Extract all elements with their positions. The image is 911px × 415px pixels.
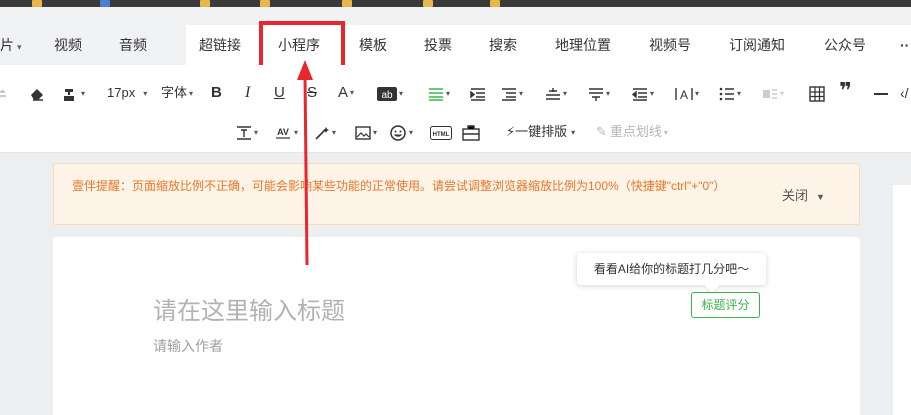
paragraph-height-icon[interactable]: ▾ <box>236 122 258 142</box>
menu-audio[interactable]: 音频 <box>119 25 147 65</box>
zoom-warning-notice: 壹伴提醒：页面缩放比例不正确，可能会影响某些功能的正常使用。请尝试调整浏览器缩放… <box>53 163 860 225</box>
bookmark-folder-icon[interactable] <box>423 0 433 7</box>
one-click-layout-button[interactable]: ⚡一键排版 ▾ <box>506 122 575 142</box>
tab-channels[interactable]: 视频号 <box>649 25 691 65</box>
paragraph-spacing-icon[interactable]: ▾ <box>545 83 567 103</box>
menu-video[interactable]: 视频 <box>54 25 82 65</box>
lightning-icon: ⚡ <box>506 124 516 139</box>
letter-spacing-icon[interactable]: A ▾ <box>675 83 699 103</box>
svg-text:HTML: HTML <box>433 132 450 138</box>
font-family-select[interactable]: 字体 ▾ <box>161 83 193 103</box>
title-score-button[interactable]: 标题评分 <box>691 292 760 318</box>
tab-search[interactable]: 搜索 <box>489 25 517 65</box>
notice-text: 壹伴提醒：页面缩放比例不正确，可能会影响某些功能的正常使用。请尝试调整浏览器缩放… <box>72 179 726 193</box>
spacing-icon[interactable]: ▾ <box>588 83 610 103</box>
toolbox-icon[interactable] <box>462 122 480 142</box>
insert-menubar: 图片▾ 视频 音频 超链接 小程序 模板 投票 搜索 地理位置 视频号 订阅通知… <box>0 7 911 71</box>
character-spacing-icon[interactable]: AV ▾ <box>274 122 298 142</box>
table-icon[interactable] <box>809 83 825 103</box>
author-input[interactable]: 请输入作者 <box>153 336 223 356</box>
quote-icon[interactable]: ❞ <box>839 80 852 102</box>
tab-template[interactable]: 模板 <box>359 25 387 65</box>
eraser-icon[interactable] <box>28 83 46 103</box>
underline-icon[interactable]: U <box>274 83 285 103</box>
bookmarks-bar <box>0 0 911 7</box>
svg-text:ab: ab <box>381 90 393 101</box>
font-color-icon[interactable]: A ▾ <box>338 83 354 103</box>
tab-location[interactable]: 地理位置 <box>555 25 611 65</box>
magic-wand-icon[interactable]: ▾ <box>314 122 336 142</box>
bookmark-folder-icon[interactable] <box>260 0 270 7</box>
html-icon[interactable]: HTML <box>430 122 452 142</box>
tab-vote[interactable]: 投票 <box>424 25 452 65</box>
background-color-icon[interactable]: ab ▾ <box>377 83 403 103</box>
indent-icon[interactable] <box>470 83 486 103</box>
divider-icon[interactable] <box>873 83 889 103</box>
emoji-icon[interactable]: ▾ <box>389 122 413 142</box>
tab-official-account[interactable]: 公众号 <box>824 25 866 65</box>
tab-subscription-notice[interactable]: 订阅通知 <box>729 25 785 65</box>
annotation-highlight-box <box>259 21 345 71</box>
paragraph-style-icon[interactable]: ▾ <box>762 83 784 103</box>
more-tabs-button[interactable]: ·· <box>900 25 909 65</box>
menu-image[interactable]: 图片▾ <box>0 25 22 65</box>
list-icon[interactable]: ▾ <box>719 83 741 103</box>
image-icon[interactable]: ▾ <box>355 122 377 142</box>
font-size-select[interactable]: 17px ▾ <box>107 83 147 103</box>
editor-area: 看看AI给你的标题打几分吧～ 请在这里输入标题 标题评分 请输入作者 <box>53 237 860 415</box>
marker-icon: ✎ <box>596 124 607 139</box>
highlight-button[interactable]: ✎ 重点划线 ▾ <box>596 122 668 142</box>
code-icon[interactable]: ‹/ <box>900 83 909 103</box>
bookmark-folder-icon[interactable] <box>200 0 210 7</box>
svg-text:A: A <box>680 88 688 101</box>
line-height-icon[interactable]: ▾ <box>501 83 523 103</box>
bookmark-folder-icon[interactable] <box>490 0 500 7</box>
bookmark-icon[interactable] <box>100 0 110 7</box>
title-input[interactable]: 请在这里输入标题 <box>153 291 345 326</box>
svg-text:AV: AV <box>277 127 289 137</box>
tab-hyperlink[interactable]: 超链接 <box>199 25 241 65</box>
format-painter-icon[interactable]: ▾ <box>61 83 85 103</box>
redo-icon[interactable] <box>0 83 8 103</box>
strikethrough-icon[interactable]: S <box>307 83 317 103</box>
align-left-icon[interactable]: ▾ <box>428 83 450 103</box>
italic-icon[interactable]: I <box>245 83 250 103</box>
format-toolbar: ▾ 17px ▾ 字体 ▾ B I U S A ▾ ab ▾ ▾ ▾ ▾ ▾ ▾ A ▾ … <box>0 65 911 153</box>
right-side-panel <box>893 185 911 415</box>
bookmark-folder-icon[interactable] <box>342 0 352 7</box>
outdent-icon[interactable]: ▾ <box>631 83 654 103</box>
ai-score-tooltip: 看看AI给你的标题打几分吧～ <box>577 253 766 285</box>
notice-close-button[interactable]: 关闭 ▼ <box>782 185 825 204</box>
bookmark-folder-icon[interactable] <box>32 0 42 7</box>
bold-icon[interactable]: B <box>211 83 222 103</box>
